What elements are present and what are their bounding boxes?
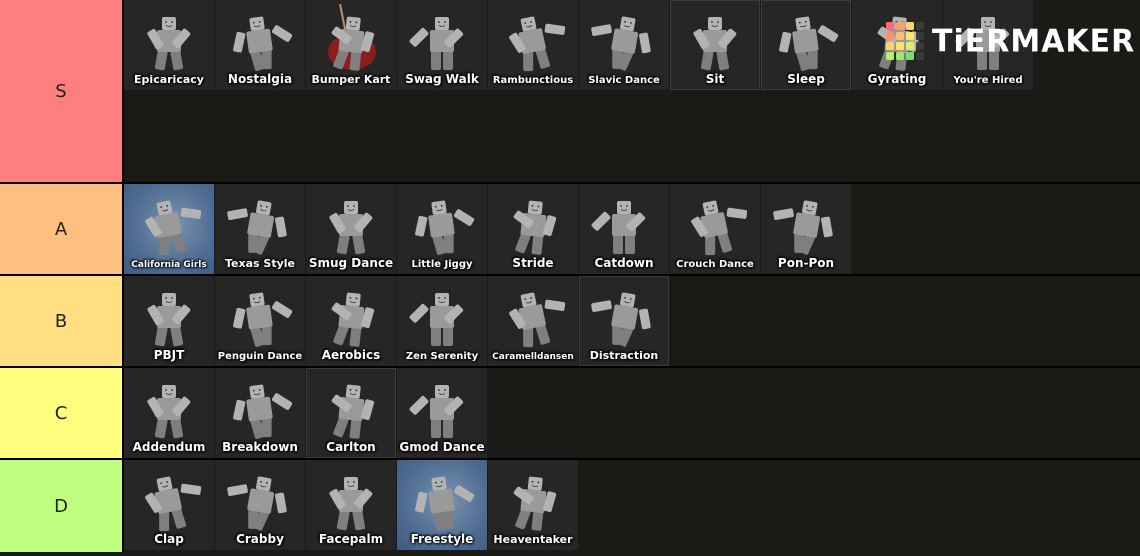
tier-list: S Epicaricacy Nostalgia Bumper Kart Swag Wal… [0, 0, 1140, 556]
emote-caption: Carlton [326, 440, 376, 454]
emote-card-pon-pon[interactable]: Pon-Pon [761, 184, 851, 274]
tier-row-c: C Addendum Breakdown Carlton Gmod Dance [0, 368, 1140, 460]
logo-grid-cell [896, 42, 904, 50]
emote-caption: Sit [705, 72, 725, 86]
emote-caption: Nostalgia [227, 72, 293, 86]
logo-grid-cell [916, 32, 924, 40]
emote-caption: Swag Walk [405, 72, 479, 86]
logo-grid-cell [886, 42, 894, 50]
emote-caption: Caramelldansen [492, 352, 574, 362]
tier-label-a[interactable]: A [0, 184, 124, 274]
emote-card-addendum[interactable]: Addendum [124, 368, 214, 458]
emote-caption: Gyrating [867, 72, 927, 86]
emote-card-little-jiggy[interactable]: Little Jiggy [397, 184, 487, 274]
emote-card-carlton[interactable]: Carlton [306, 368, 396, 458]
emote-card-heaventaker[interactable]: Heaventaker [488, 460, 578, 550]
emote-card-california-girls[interactable]: California Girls [124, 184, 214, 274]
emote-caption: Facepalm [318, 532, 384, 546]
emote-card-crouch-dance[interactable]: Crouch Dance [670, 184, 760, 274]
emote-card-sit[interactable]: Sit [670, 0, 760, 90]
emote-card-slavic-dance[interactable]: Slavic Dance [579, 0, 669, 90]
emote-caption: Stride [512, 256, 554, 270]
emote-caption: Smug Dance [308, 256, 394, 270]
emote-caption: Aerobics [321, 348, 381, 362]
emote-card-rambunctious[interactable]: Rambunctious [488, 0, 578, 90]
emote-caption: Bumper Kart [311, 73, 391, 86]
logo-grid-cell [906, 52, 914, 60]
logo-grid-icon [886, 22, 924, 60]
logo-grid-cell [886, 32, 894, 40]
emote-card-clap[interactable]: Clap [124, 460, 214, 550]
logo-grid-cell [916, 52, 924, 60]
emote-caption: Crouch Dance [676, 259, 754, 270]
logo-grid-cell [916, 42, 924, 50]
logo-grid-cell [916, 22, 924, 30]
emote-card-distraction[interactable]: Distraction [579, 276, 669, 366]
emote-card-nostalgia[interactable]: Nostalgia [215, 0, 305, 90]
emote-caption: Distraction [589, 349, 659, 362]
emote-card-penguin-dance[interactable]: Penguin Dance [215, 276, 305, 366]
emote-card-aerobics[interactable]: Aerobics [306, 276, 396, 366]
logo-grid-cell [906, 42, 914, 50]
tier-items: Addendum Breakdown Carlton Gmod Dance [124, 368, 1140, 458]
tier-label-s[interactable]: S [0, 0, 124, 182]
logo-grid-cell [886, 52, 894, 60]
emote-card-breakdown[interactable]: Breakdown [215, 368, 305, 458]
logo-grid-cell [906, 22, 914, 30]
emote-caption: Zen Serenity [405, 351, 479, 362]
logo-grid-cell [896, 22, 904, 30]
tier-row-a: A California Girls Texas Style Smug Dance Li… [0, 184, 1140, 276]
emote-card-zen-serenity[interactable]: Zen Serenity [397, 276, 487, 366]
tier-label-d[interactable]: D [0, 460, 124, 552]
logo-text: TiERMAKER [932, 23, 1136, 60]
emote-caption: Pon-Pon [777, 256, 835, 270]
emote-caption: Gmod Dance [399, 440, 485, 454]
emote-caption: Breakdown [222, 440, 298, 454]
emote-caption: Slavic Dance [588, 75, 660, 86]
emote-caption: Catdown [594, 256, 654, 270]
emote-card-epicaricacy[interactable]: Epicaricacy [124, 0, 214, 90]
tier-row-b: B PBJT Penguin Dance Aerobics Zen Serenity Ca… [0, 276, 1140, 368]
emote-caption: Sleep [787, 72, 825, 86]
emote-card-freestyle[interactable]: Freestyle [397, 460, 487, 550]
emote-caption: Crabby [236, 532, 284, 546]
emote-caption: Freestyle [410, 532, 474, 546]
tier-label-c[interactable]: C [0, 368, 124, 458]
emote-caption: Epicaricacy [134, 73, 204, 86]
tier-items: Clap Crabby Facepalm Freestyle Heaventaker [124, 460, 1140, 552]
emote-caption: Little Jiggy [411, 259, 473, 270]
emote-card-smug-dance[interactable]: Smug Dance [306, 184, 396, 274]
emote-card-stride[interactable]: Stride [488, 184, 578, 274]
tier-items: PBJT Penguin Dance Aerobics Zen Serenity Car… [124, 276, 1140, 366]
emote-card-crabby[interactable]: Crabby [215, 460, 305, 550]
emote-card-pbjt[interactable]: PBJT [124, 276, 214, 366]
logo-grid-cell [896, 52, 904, 60]
emote-caption: California Girls [131, 260, 207, 270]
logo-grid-cell [896, 32, 904, 40]
logo-grid-cell [906, 32, 914, 40]
logo-grid-cell [886, 22, 894, 30]
emote-card-catdown[interactable]: Catdown [579, 184, 669, 274]
emote-caption: Clap [154, 532, 184, 546]
tier-items: California Girls Texas Style Smug Dance Lit… [124, 184, 1140, 274]
emote-card-gmod-dance[interactable]: Gmod Dance [397, 368, 487, 458]
emote-card-caramelldansen[interactable]: Caramelldansen [488, 276, 578, 366]
emote-card-bumper-kart[interactable]: Bumper Kart [306, 0, 396, 90]
tier-row-d: D Clap Crabby Facepalm Freestyle Heaventaker [0, 460, 1140, 552]
emote-caption: PBJT [153, 348, 185, 362]
tier-rows: S Epicaricacy Nostalgia Bumper Kart Swag Wal… [0, 0, 1140, 552]
emote-caption: Rambunctious [492, 75, 574, 86]
emote-card-facepalm[interactable]: Facepalm [306, 460, 396, 550]
emote-caption: Addendum [132, 440, 206, 454]
emote-caption: You're Hired [953, 75, 1023, 86]
emote-card-sleep[interactable]: Sleep [761, 0, 851, 90]
tiermaker-logo: TiERMAKER [884, 20, 1134, 64]
emote-caption: Heaventaker [493, 533, 573, 546]
emote-caption: Texas Style [225, 257, 295, 270]
tier-label-b[interactable]: B [0, 276, 124, 366]
emote-caption: Penguin Dance [217, 351, 303, 362]
emote-card-swag-walk[interactable]: Swag Walk [397, 0, 487, 90]
emote-card-texas-style[interactable]: Texas Style [215, 184, 305, 274]
